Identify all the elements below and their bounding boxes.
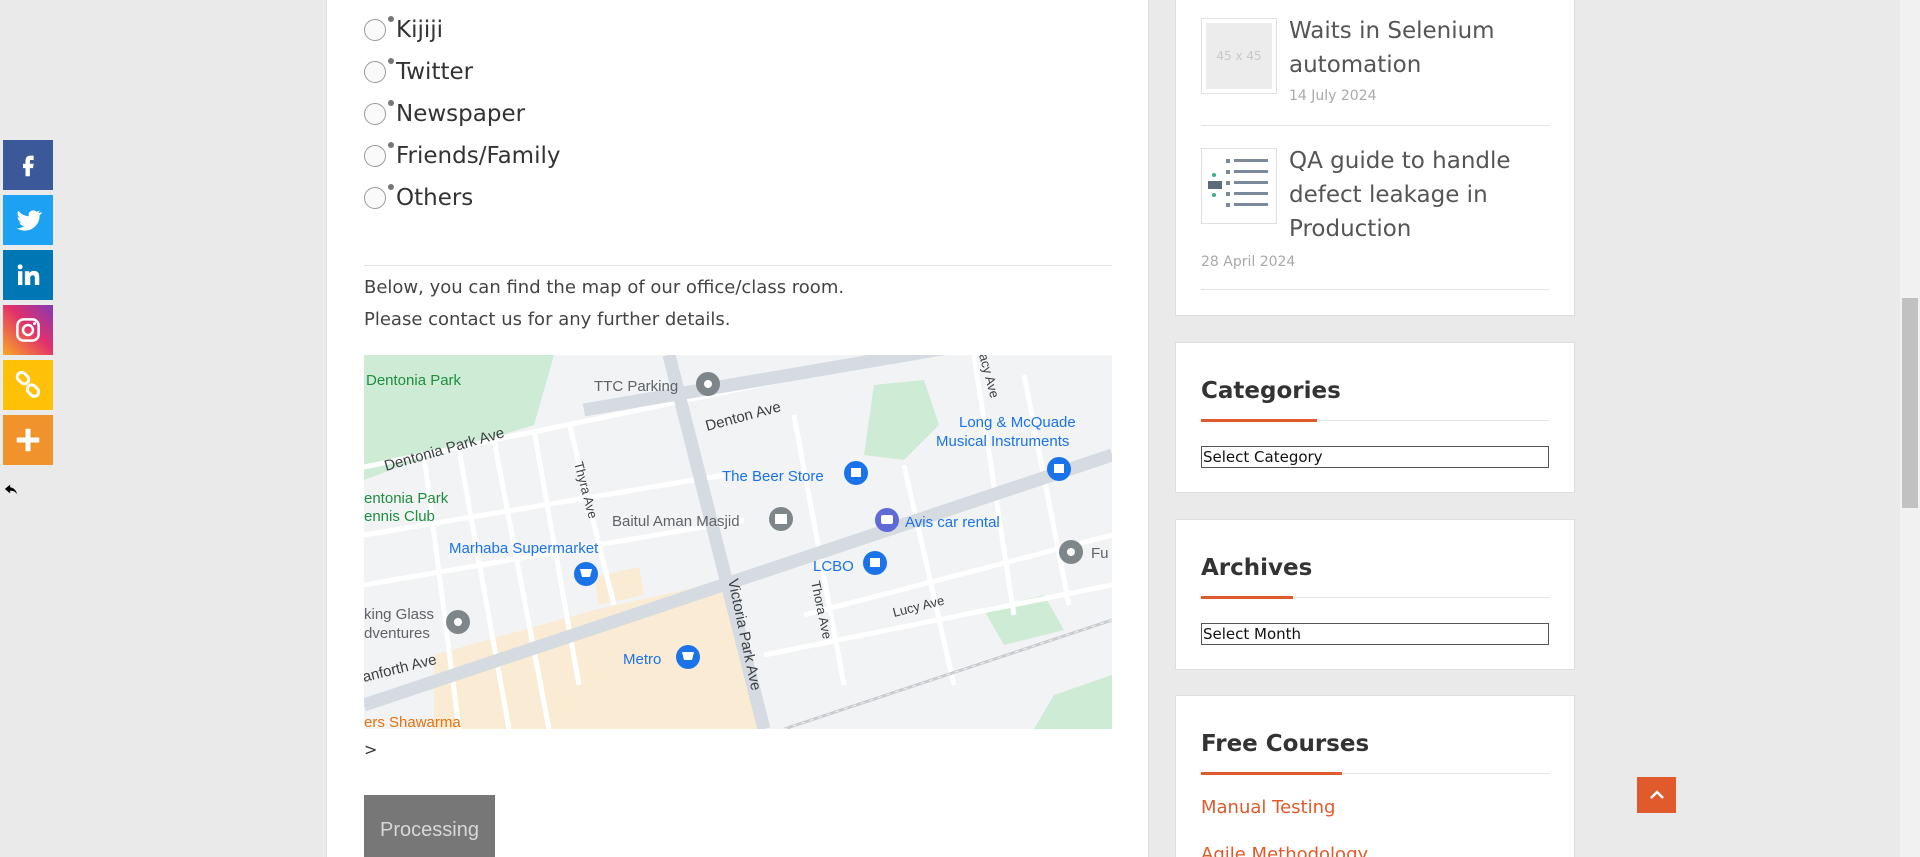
main-content: Kijiji Twitter Newspaper Friends/Family … [326, 0, 1149, 857]
svg-text:Marhaba Supermarket: Marhaba Supermarket [449, 540, 599, 557]
required-marker [388, 16, 394, 22]
marhaba-pin [574, 562, 598, 586]
map-intro-text: Below, you can find the map of our offic… [364, 277, 845, 298]
more-icon [16, 428, 40, 452]
radio-label: Twitter [396, 59, 474, 85]
avis-pin [875, 508, 899, 532]
svg-text:king Glass: king Glass [364, 606, 434, 623]
glass-pin [446, 610, 470, 634]
twitter-share-button[interactable] [3, 195, 53, 245]
svg-text:ers Shawarma: ers Shawarma [364, 714, 461, 729]
svg-text:Baitul Aman Masjid: Baitul Aman Masjid [612, 513, 740, 530]
post-title-link[interactable]: QA guide to handle defect leakage in Pro… [1289, 144, 1569, 246]
svg-text:entonia Park: entonia Park [364, 490, 449, 507]
social-share-bar [3, 140, 53, 470]
facebook-share-button[interactable] [3, 140, 53, 190]
course-link-manual-testing[interactable]: Manual Testing [1201, 797, 1335, 818]
processing-button[interactable]: Processing [364, 795, 495, 857]
svg-text:Musical Instruments: Musical Instruments [936, 433, 1069, 450]
free-courses-widget: Free Courses Manual Testing Agile Method… [1175, 695, 1575, 857]
svg-text:Long & McQuade: Long & McQuade [959, 414, 1076, 431]
post-date: 28 April 2024 [1201, 254, 1296, 270]
radio-button[interactable] [364, 145, 386, 167]
radio-button[interactable] [364, 61, 386, 83]
post-title-link[interactable]: Waits in Selenium automation [1289, 14, 1569, 82]
hide-share-bar-icon[interactable] [4, 482, 18, 496]
title-underline [1201, 596, 1549, 599]
linkedin-share-button[interactable] [3, 250, 53, 300]
course-link-agile[interactable]: Agile Methodology [1201, 844, 1368, 857]
contact-text: Please contact us for any further detail… [364, 309, 731, 330]
instagram-share-button[interactable] [3, 305, 53, 355]
widget-title: Categories [1201, 378, 1341, 404]
svg-text:TTC Parking: TTC Parking [594, 378, 678, 395]
section-divider [364, 265, 1112, 266]
beer-store-pin [844, 461, 868, 485]
title-underline [1201, 419, 1549, 422]
lcbo-pin [863, 551, 887, 575]
svg-text:ennis Club: ennis Club [364, 508, 435, 525]
svg-text:Fu: Fu [1091, 545, 1109, 562]
placeholder-thumb: 45 x 45 [1206, 23, 1272, 89]
metro-pin [676, 645, 700, 669]
linkedin-icon [17, 264, 40, 285]
svg-text:The Beer Store: The Beer Store [722, 468, 824, 485]
radio-label: Kijiji [396, 17, 444, 43]
svg-text:Dentonia Park: Dentonia Park [366, 372, 462, 389]
instagram-icon [16, 318, 40, 342]
post-thumbnail[interactable]: 45 x 45 [1201, 18, 1277, 94]
post-divider [1201, 289, 1549, 290]
recent-posts-widget: 45 x 45 Waits in Selenium automation 14 … [1175, 0, 1575, 316]
mosque-pin [769, 507, 793, 531]
post-date: 14 July 2024 [1289, 88, 1377, 104]
scroll-to-top-button[interactable] [1637, 777, 1676, 813]
radio-button[interactable] [364, 19, 386, 41]
required-marker [388, 100, 394, 106]
radio-option-others[interactable]: Others [364, 184, 474, 211]
month-select[interactable]: Select Month [1201, 623, 1549, 645]
radio-button[interactable] [364, 103, 386, 125]
radio-label: Newspaper [396, 101, 526, 127]
categories-widget: Categories Select Category [1175, 342, 1575, 493]
defect-infographic-icon [1206, 153, 1272, 219]
required-marker [388, 142, 394, 148]
post-divider [1201, 125, 1549, 126]
page-scrollbar[interactable] [1900, 0, 1920, 857]
fu-pin [1059, 540, 1083, 564]
required-marker [388, 58, 394, 64]
long-mcquade-pin [1047, 457, 1071, 481]
svg-text:Avis car rental: Avis car rental [905, 514, 1000, 531]
post-thumbnail[interactable] [1201, 148, 1277, 224]
radio-button[interactable] [364, 187, 386, 209]
category-select[interactable]: Select Category [1201, 446, 1549, 468]
map-graphic: Dentonia Park TTC Parking Denton Ave Den… [364, 355, 1112, 729]
facebook-icon [23, 155, 34, 177]
more-share-button[interactable] [3, 415, 53, 465]
title-underline [1201, 772, 1549, 775]
twitter-icon [16, 210, 43, 231]
stray-text: > [364, 740, 378, 759]
ttc-parking-pin [696, 372, 720, 396]
svg-text:Metro: Metro [623, 651, 661, 668]
copy-link-button[interactable] [3, 360, 53, 410]
radio-label: Friends/Family [396, 143, 561, 169]
widget-title: Archives [1201, 555, 1313, 581]
office-map[interactable]: Dentonia Park TTC Parking Denton Ave Den… [364, 355, 1112, 729]
radio-option-friends-family[interactable]: Friends/Family [364, 142, 561, 169]
copy-link-icon [15, 370, 41, 398]
radio-option-twitter[interactable]: Twitter [364, 58, 474, 85]
widget-title: Free Courses [1201, 731, 1370, 757]
chevron-up-icon [1649, 790, 1664, 799]
svg-text:dventures: dventures [364, 625, 430, 642]
archives-widget: Archives Select Month [1175, 519, 1575, 670]
svg-text:LCBO: LCBO [813, 558, 854, 575]
radio-label: Others [396, 185, 474, 211]
radio-option-kijiji[interactable]: Kijiji [364, 16, 444, 43]
radio-option-newspaper[interactable]: Newspaper [364, 100, 526, 127]
scrollbar-thumb[interactable] [1902, 298, 1918, 508]
required-marker [388, 184, 394, 190]
